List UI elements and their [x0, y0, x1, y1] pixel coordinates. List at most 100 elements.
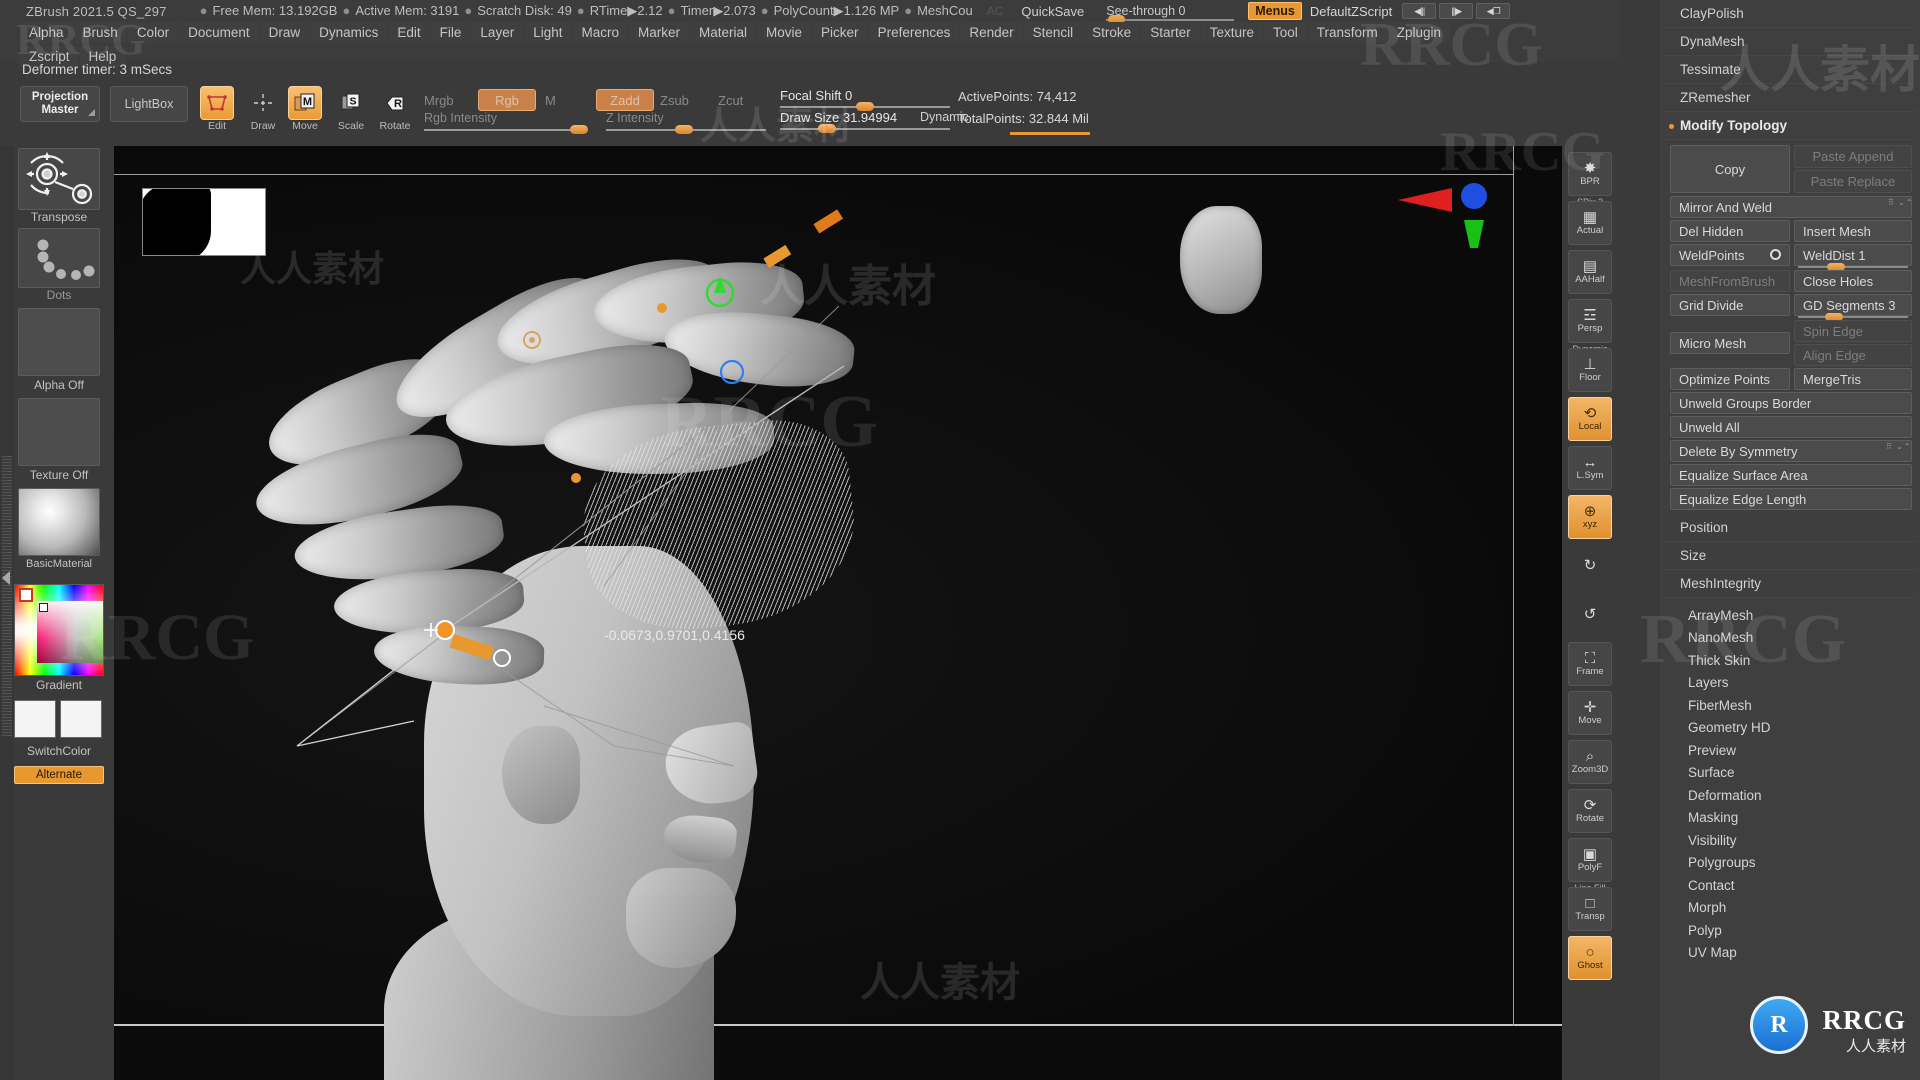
color-picker-primary-marker[interactable]: [19, 588, 33, 602]
rail-button-actual[interactable]: ▦ Actual: [1568, 201, 1612, 245]
merge-tris-button[interactable]: MergeTris: [1794, 368, 1912, 390]
palette-deformation[interactable]: Deformation: [1664, 784, 1916, 807]
rail-button-ghost[interactable]: ○ Ghost: [1568, 936, 1612, 980]
subpalette-modify-topology[interactable]: Modify Topology: [1664, 112, 1916, 140]
zsub-button[interactable]: Zsub: [660, 93, 689, 108]
size-subpalette[interactable]: Size: [1664, 542, 1916, 570]
palette-geometry-hd[interactable]: Geometry HD: [1664, 717, 1916, 740]
rail-button-rotate-a[interactable]: ↻: [1568, 544, 1612, 588]
mirror-and-weld-button[interactable]: Mirror And Weld: [1670, 196, 1912, 218]
rail-button-aahalf[interactable]: ▤ AAHalf: [1568, 250, 1612, 294]
zscript-prev-button[interactable]: ◀|||: [1402, 3, 1437, 19]
secondary-color-swatch[interactable]: [60, 700, 102, 738]
left-rail[interactable]: [0, 146, 14, 1080]
projection-master-button[interactable]: Projection Master: [20, 86, 100, 122]
rgb-button[interactable]: Rgb: [478, 89, 536, 111]
rail-button-bpr[interactable]: ✸ BPR: [1568, 152, 1612, 196]
menu-item-document[interactable]: Document: [179, 22, 259, 43]
subpalette-tessimate[interactable]: Tessimate: [1664, 56, 1916, 84]
alternate-button[interactable]: Alternate: [14, 766, 104, 784]
del-hidden-button[interactable]: Del Hidden: [1670, 220, 1790, 242]
menu-item-picker[interactable]: Picker: [812, 22, 868, 43]
subpalette-claypolish[interactable]: ClayPolish: [1664, 0, 1916, 28]
mrgb-button[interactable]: Mrgb: [424, 93, 454, 108]
left-rail-grip[interactable]: [2, 456, 12, 736]
color-picker[interactable]: [14, 584, 104, 676]
rail-button-local[interactable]: ⟲ Local: [1568, 397, 1612, 441]
edit-button[interactable]: [200, 86, 234, 120]
palette-visibility[interactable]: Visibility: [1664, 829, 1916, 852]
menu-item-brush[interactable]: Brush: [73, 22, 127, 43]
z-intensity-knob[interactable]: [675, 125, 693, 134]
align-edge-button[interactable]: Align Edge: [1794, 344, 1912, 366]
palette-uv-map[interactable]: UV Map: [1664, 942, 1916, 965]
mirror-and-weld-options-icon[interactable]: ⠿ ⌄⌃: [1888, 198, 1914, 207]
draw-size-label[interactable]: Draw Size 31.94994: [780, 110, 897, 125]
rail-button-persp[interactable]: ☲ Persp: [1568, 299, 1612, 343]
gd-segments-track[interactable]: [1798, 316, 1908, 318]
gd-segments-slider[interactable]: GD Segments 3: [1794, 294, 1912, 316]
switchcolor-caption[interactable]: SwitchColor: [14, 744, 104, 758]
menus-toggle-button[interactable]: Menus: [1248, 2, 1302, 20]
rail-button-xyz[interactable]: ⊕ xyz: [1568, 495, 1612, 539]
mesh-integrity-subpalette[interactable]: MeshIntegrity: [1664, 570, 1916, 598]
weld-points-toggle[interactable]: [1770, 249, 1781, 260]
palette-thick-skin[interactable]: Thick Skin: [1664, 649, 1916, 672]
menu-item-starter[interactable]: Starter: [1141, 22, 1200, 43]
draw-button[interactable]: [246, 86, 280, 120]
palette-surface[interactable]: Surface: [1664, 762, 1916, 785]
menu-item-macro[interactable]: Macro: [572, 22, 628, 43]
m-button[interactable]: M: [545, 93, 556, 108]
palette-layers[interactable]: Layers: [1664, 672, 1916, 695]
weld-dist-track[interactable]: [1798, 266, 1908, 268]
rgb-intensity-track[interactable]: [424, 129, 584, 131]
rail-button-rotate[interactable]: ⟳ Rotate: [1568, 789, 1612, 833]
palette-masking[interactable]: Masking: [1664, 807, 1916, 830]
menu-item-movie[interactable]: Movie: [757, 22, 812, 43]
draw-size-knob[interactable]: [818, 124, 836, 133]
copy-button[interactable]: Copy: [1670, 145, 1790, 193]
close-holes-button[interactable]: Close Holes: [1794, 270, 1912, 292]
equalize-surface-area-button[interactable]: Equalize Surface Area: [1670, 464, 1912, 486]
palette-fibermesh[interactable]: FiberMesh: [1664, 694, 1916, 717]
rail-button-lsym[interactable]: ↔ L.Sym: [1568, 446, 1612, 490]
delete-by-symmetry-options-icon[interactable]: ⠿ ⌄⌃: [1886, 442, 1912, 451]
see-through-slider[interactable]: See-through 0: [1106, 4, 1235, 24]
subpalette-zremesher[interactable]: ZRemesher: [1664, 84, 1916, 112]
palette-polyp[interactable]: Polyp: [1664, 919, 1916, 942]
optimize-points-button[interactable]: Optimize Points: [1670, 368, 1790, 390]
menu-item-texture[interactable]: Texture: [1200, 22, 1263, 43]
menu-item-stencil[interactable]: Stencil: [1023, 22, 1083, 43]
menu-item-draw[interactable]: Draw: [259, 22, 310, 43]
zscript-next-button[interactable]: |||▶: [1439, 3, 1474, 19]
zadd-button[interactable]: Zadd: [596, 89, 654, 111]
rail-button-move[interactable]: ✛ Move: [1568, 691, 1612, 735]
current-tool-thumbnail[interactable]: [18, 148, 100, 210]
unweld-groups-border-button[interactable]: Unweld Groups Border: [1670, 392, 1912, 414]
weld-dist-slider[interactable]: WeldDist 1: [1794, 244, 1912, 266]
primary-color-swatch[interactable]: [14, 700, 56, 738]
grid-divide-button[interactable]: Grid Divide: [1670, 294, 1790, 316]
rotate-button[interactable]: R: [378, 86, 412, 120]
unweld-all-button[interactable]: Unweld All: [1670, 416, 1912, 438]
rgb-intensity-knob[interactable]: [570, 125, 588, 134]
subpalette-dynamesh[interactable]: DynaMesh: [1664, 28, 1916, 56]
quicksave-button[interactable]: QuickSave: [1021, 4, 1084, 19]
menu-item-marker[interactable]: Marker: [629, 22, 690, 43]
paste-replace-button[interactable]: Paste Replace: [1794, 170, 1912, 193]
stroke-thumbnail[interactable]: [18, 228, 100, 288]
menu-item-alpha[interactable]: Alpha: [20, 22, 73, 43]
rail-button-frame[interactable]: ⛶ Frame: [1568, 642, 1612, 686]
axis-gizmo[interactable]: [1380, 166, 1510, 296]
canvas-document[interactable]: -0.0673,0.9701,0.4156: [114, 146, 1562, 1080]
menu-item-color[interactable]: Color: [127, 22, 179, 43]
menu-item-edit[interactable]: Edit: [388, 22, 430, 43]
alpha-thumbnail[interactable]: [18, 308, 100, 376]
zscript-nav[interactable]: ◀||| |||▶ ◀❐: [1402, 3, 1511, 19]
palette-preview[interactable]: Preview: [1664, 739, 1916, 762]
move-button[interactable]: M: [288, 86, 322, 120]
draw-size-track[interactable]: [780, 128, 950, 130]
paste-append-button[interactable]: Paste Append: [1794, 145, 1912, 168]
menu-item-render[interactable]: Render: [960, 22, 1023, 43]
lightbox-button[interactable]: LightBox: [110, 86, 188, 122]
